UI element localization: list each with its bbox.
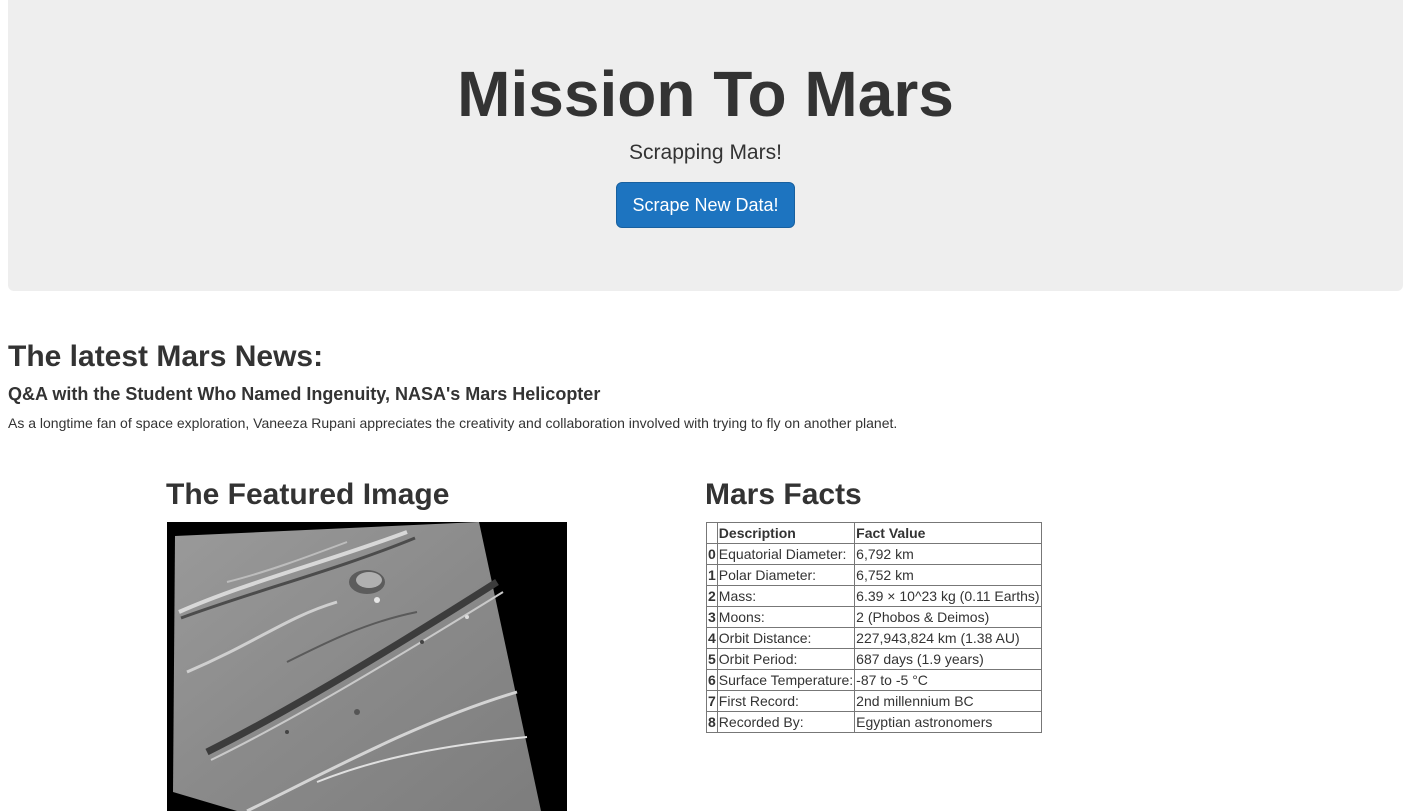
- mars-facts-table: Description Fact Value 0 Equatorial Diam…: [706, 522, 1042, 733]
- mars-facts-heading: Mars Facts: [705, 478, 862, 511]
- fact-value: 6,792 km: [854, 543, 1042, 565]
- fact-value: 2nd millennium BC: [854, 690, 1042, 712]
- news-title: Q&A with the Student Who Named Ingenuity…: [8, 384, 601, 404]
- table-row: 2 Mass: 6.39 × 10^23 kg (0.11 Earths): [706, 585, 1042, 607]
- scrape-new-data-button[interactable]: Scrape New Data!: [616, 182, 795, 228]
- row-index: 5: [706, 648, 718, 670]
- fact-description: Orbit Distance:: [716, 627, 856, 649]
- fact-description: First Record:: [716, 690, 856, 712]
- row-index: 2: [706, 585, 718, 607]
- featured-image: [167, 522, 567, 811]
- fact-description: Surface Temperature:: [716, 669, 856, 691]
- jumbotron-header: Mission To Mars Scrapping Mars! Scrape N…: [8, 0, 1403, 291]
- table-row: 0 Equatorial Diameter: 6,792 km: [706, 543, 1042, 565]
- fact-value: 6.39 × 10^23 kg (0.11 Earths): [854, 585, 1042, 607]
- fact-value: -87 to -5 °C: [854, 669, 1042, 691]
- row-index: 8: [706, 711, 718, 733]
- row-index: 1: [706, 564, 718, 586]
- table-row: 1 Polar Diameter: 6,752 km: [706, 564, 1042, 586]
- row-index: 6: [706, 669, 718, 691]
- table-header-row: Description Fact Value: [706, 522, 1042, 544]
- table-row: 3 Moons: 2 (Phobos & Deimos): [706, 606, 1042, 628]
- fact-description: Recorded By:: [716, 711, 856, 733]
- fact-description: Moons:: [716, 606, 856, 628]
- fact-description: Equatorial Diameter:: [716, 543, 856, 565]
- fact-value: Egyptian astronomers: [854, 711, 1042, 733]
- fact-value: 2 (Phobos & Deimos): [854, 606, 1042, 628]
- table-row: 8 Recorded By: Egyptian astronomers: [706, 711, 1042, 733]
- news-teaser: As a longtime fan of space exploration, …: [8, 415, 898, 431]
- page-title: Mission To Mars: [457, 58, 954, 130]
- index-column-header: [706, 522, 718, 544]
- fact-description: Orbit Period:: [716, 648, 856, 670]
- table-row: 4 Orbit Distance: 227,943,824 km (1.38 A…: [706, 627, 1042, 649]
- description-column-header: Description: [716, 522, 856, 544]
- row-index: 0: [706, 543, 718, 565]
- table-row: 7 First Record: 2nd millennium BC: [706, 690, 1042, 712]
- fact-value: 6,752 km: [854, 564, 1042, 586]
- table-row: 6 Surface Temperature: -87 to -5 °C: [706, 669, 1042, 691]
- fact-value: 227,943,824 km (1.38 AU): [854, 627, 1042, 649]
- page-subtitle: Scrapping Mars!: [629, 141, 782, 164]
- table-row: 5 Orbit Period: 687 days (1.9 years): [706, 648, 1042, 670]
- fact-value: 687 days (1.9 years): [854, 648, 1042, 670]
- fact-value-column-header: Fact Value: [854, 522, 1042, 544]
- row-index: 3: [706, 606, 718, 628]
- fact-description: Mass:: [716, 585, 856, 607]
- featured-image-heading: The Featured Image: [166, 478, 450, 511]
- row-index: 4: [706, 627, 718, 649]
- fact-description: Polar Diameter:: [716, 564, 856, 586]
- row-index: 7: [706, 690, 718, 712]
- news-heading: The latest Mars News:: [8, 340, 324, 373]
